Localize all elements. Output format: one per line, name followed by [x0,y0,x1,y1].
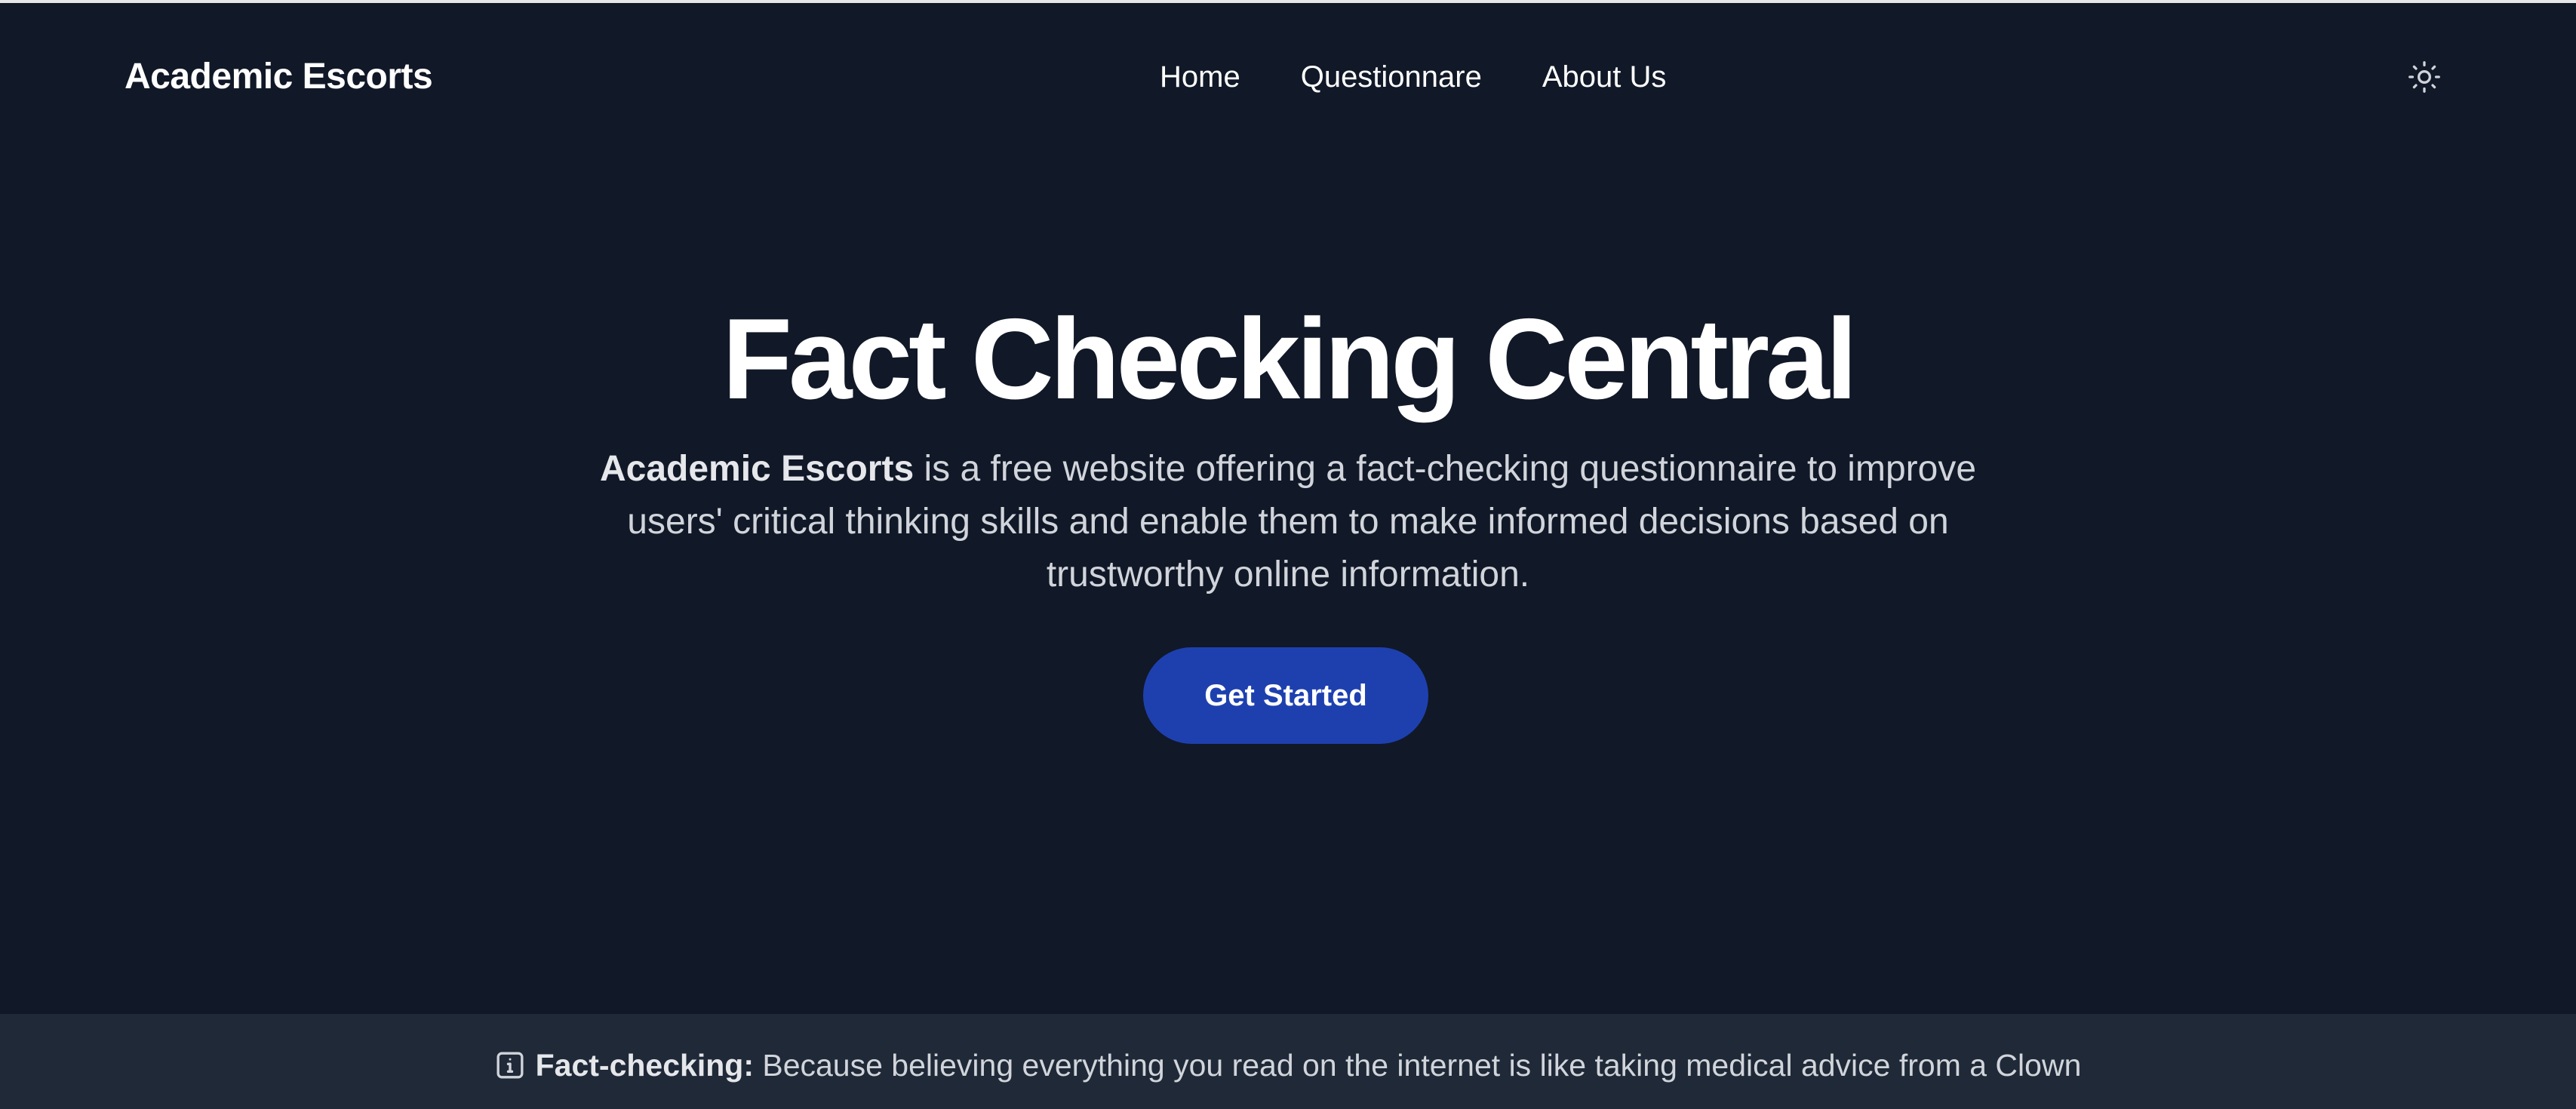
info-banner-content: Fact-checking: Because believing everyth… [495,1048,2082,1083]
get-started-button[interactable]: Get Started [1143,647,1428,744]
nav-links: Home Questionnare About Us [1160,54,1666,100]
hero-description: Academic Escorts is a free website offer… [571,443,2005,601]
page: Academic Escorts Home Questionnare About… [0,0,2576,1109]
hero-description-brand: Academic Escorts [599,449,915,489]
navbar: Academic Escorts Home Questionnare About… [0,3,2576,151]
info-icon [495,1050,525,1080]
brand-logo[interactable]: Academic Escorts [124,53,433,101]
hero-title: Fact Checking Central [722,295,1858,423]
info-banner-label: Fact-checking: [535,1047,754,1083]
info-banner-text: Because believing everything you read on… [753,1047,2082,1083]
nav-link-questionnaire[interactable]: Questionnare [1301,54,1482,100]
nav-link-home[interactable]: Home [1160,54,1240,100]
info-banner-message: Fact-checking: Because believing everyth… [536,1048,2082,1083]
info-banner: Fact-checking: Because believing everyth… [0,1014,2576,1109]
sun-icon [2408,61,2440,93]
theme-toggle-button[interactable] [2406,59,2442,95]
nav-link-about-us[interactable]: About Us [1542,54,1667,100]
